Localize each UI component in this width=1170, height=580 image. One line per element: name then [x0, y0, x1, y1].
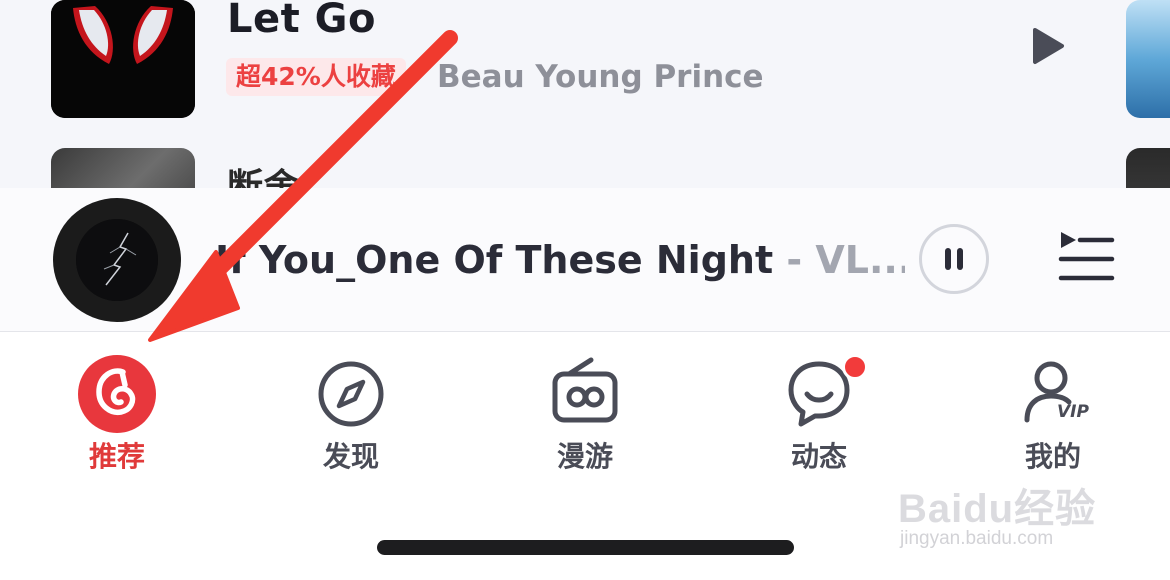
compass-icon [311, 354, 391, 434]
now-playing-track: If You_One Of These Night [215, 238, 774, 282]
netease-music-logo-icon [77, 354, 157, 434]
tab-roam[interactable]: 漫游 [500, 354, 670, 474]
tab-mine[interactable]: VIP 我的 [968, 354, 1138, 474]
bottom-tab-bar: 推荐 发现 漫游 动态 VIP 我的 [0, 332, 1170, 580]
home-indicator[interactable] [377, 540, 794, 555]
song-cover-image[interactable] [51, 0, 195, 118]
now-playing-artist: - VL... [773, 238, 905, 282]
radio-icon [545, 354, 625, 434]
playlist-queue-icon [1058, 232, 1115, 281]
notification-dot [842, 354, 868, 380]
song-title: 断舍 [227, 167, 301, 188]
pause-icon [945, 248, 963, 270]
tab-label: 发现 [322, 440, 379, 473]
favorite-rate-badge: 超42%人收藏 [226, 58, 406, 96]
pause-button[interactable] [919, 224, 989, 294]
tab-label: 推荐 [88, 440, 145, 473]
vip-label: VIP [1057, 402, 1089, 422]
album-art [76, 219, 158, 301]
tab-recommend[interactable]: 推荐 [32, 354, 202, 474]
tab-moments[interactable]: 动态 [734, 354, 904, 474]
song-artist: Beau Young Prince [437, 59, 764, 95]
tab-label: 漫游 [556, 440, 613, 473]
play-icon[interactable] [1030, 26, 1066, 66]
song-cover-image[interactable] [51, 148, 195, 188]
now-playing-title[interactable]: If You_One Of These Night - VL... [215, 234, 905, 286]
user-vip-icon: VIP [1013, 354, 1093, 434]
album-disc[interactable] [53, 198, 181, 322]
song-title: Let Go [227, 0, 376, 42]
mini-player[interactable]: If You_One Of These Night - VL... [0, 188, 1170, 332]
tab-discover[interactable]: 发现 [266, 354, 436, 474]
next-cover-thumbnail[interactable] [1126, 148, 1170, 188]
playlist-queue-button[interactable] [1056, 228, 1116, 288]
chat-bubble-icon [779, 354, 868, 434]
tab-label: 我的 [1024, 440, 1081, 473]
next-cover-thumbnail[interactable] [1126, 0, 1170, 118]
tab-label: 动态 [790, 440, 847, 473]
song-list: Let Go 超42%人收藏 Beau Young Prince 断舍 [0, 0, 1170, 188]
